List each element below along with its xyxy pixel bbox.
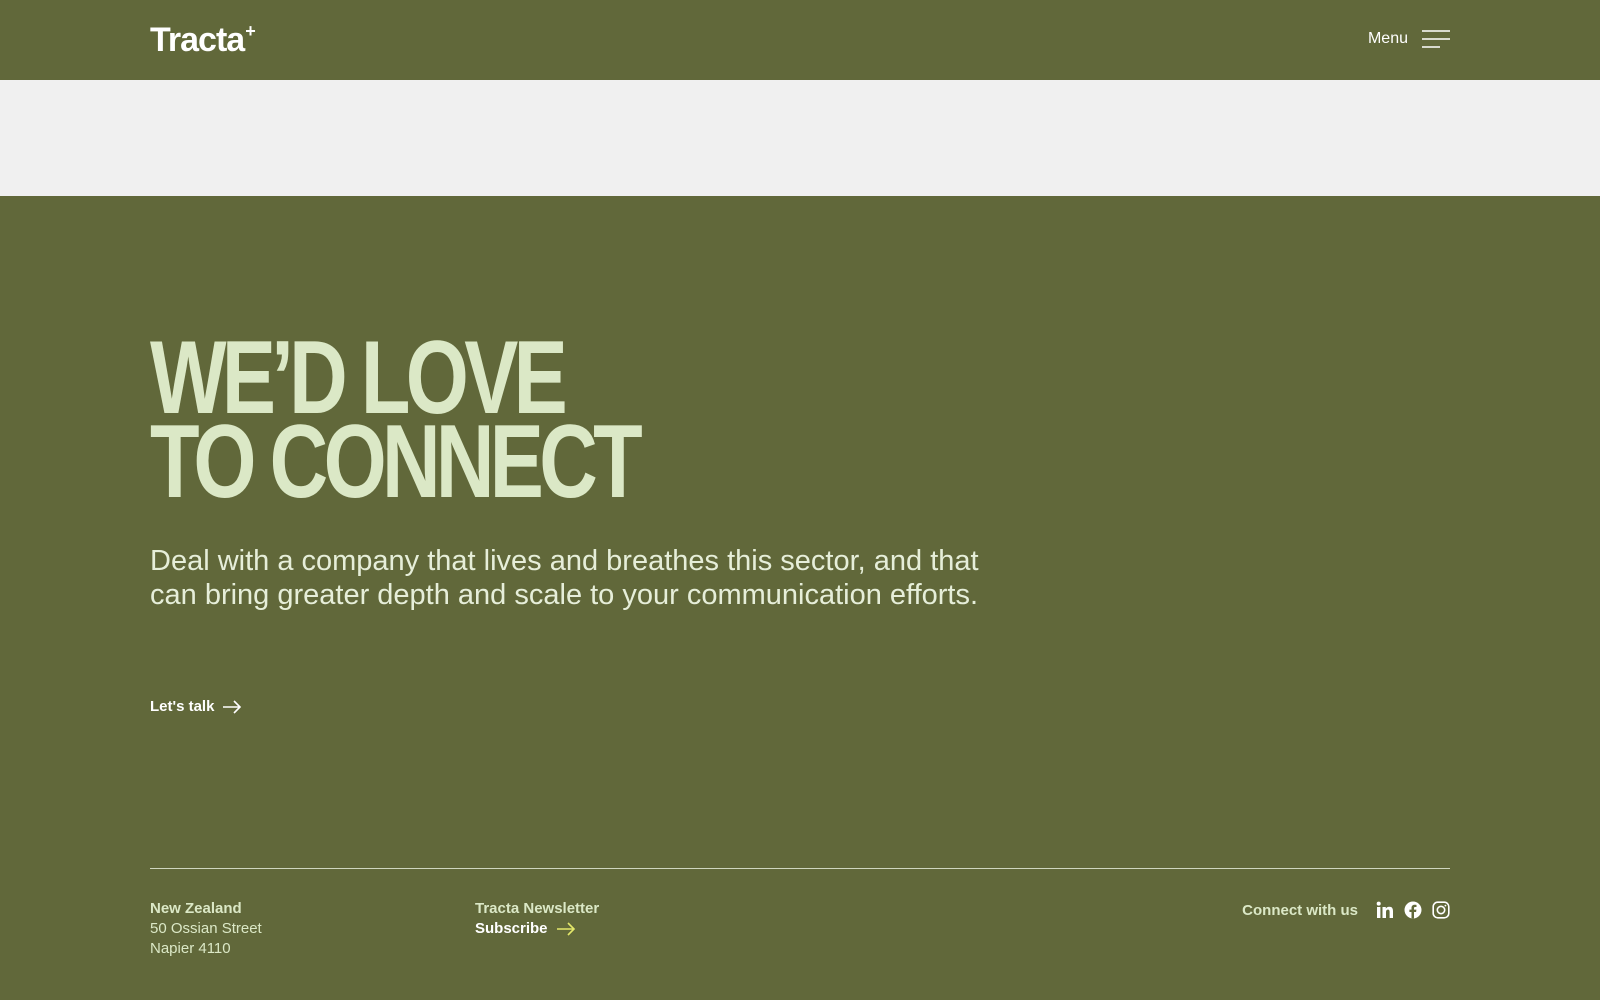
site-header: Tracta+ Menu: [0, 0, 1600, 80]
address-street: 50 Ossian Street: [150, 920, 262, 937]
grey-banner: [0, 80, 1600, 196]
subscribe-link[interactable]: Subscribe: [475, 919, 599, 939]
hamburger-icon: [1422, 30, 1450, 48]
newsletter-block: Tracta Newsletter Subscribe: [475, 899, 599, 939]
lets-talk-link[interactable]: Let's talk: [150, 698, 242, 715]
intro-paragraph: Deal with a company that lives and breat…: [150, 545, 979, 611]
menu-button[interactable]: Menu: [1368, 26, 1450, 52]
address-block: New Zealand 50 Ossian Street Napier 4110: [150, 899, 262, 959]
social-links: Connect with us: [1242, 899, 1450, 921]
subscribe-label: Subscribe: [475, 920, 548, 937]
headline-line-2: TO CONNECT: [150, 404, 643, 520]
logo-text: Tracta: [150, 21, 245, 59]
facebook-icon[interactable]: [1404, 901, 1422, 919]
menu-label: Menu: [1367, 30, 1408, 47]
page-headline: WE’D LOVE TO CONNECT: [150, 326, 643, 520]
arrow-right-icon: [556, 922, 575, 936]
footer-divider: [150, 868, 1450, 869]
lets-talk-label: Let's talk: [150, 698, 215, 715]
connect-label: Connect with us: [1242, 901, 1358, 919]
arrow-right-icon: [223, 699, 242, 714]
linkedin-icon[interactable]: [1376, 901, 1394, 919]
newsletter-title: Tracta Newsletter: [475, 900, 600, 917]
instagram-icon[interactable]: [1432, 901, 1450, 919]
address-city: Napier 4110: [150, 940, 231, 957]
tracta-logo[interactable]: Tracta+: [150, 20, 256, 65]
address-country: New Zealand: [150, 900, 242, 917]
logo-plus-mark: +: [245, 21, 255, 41]
